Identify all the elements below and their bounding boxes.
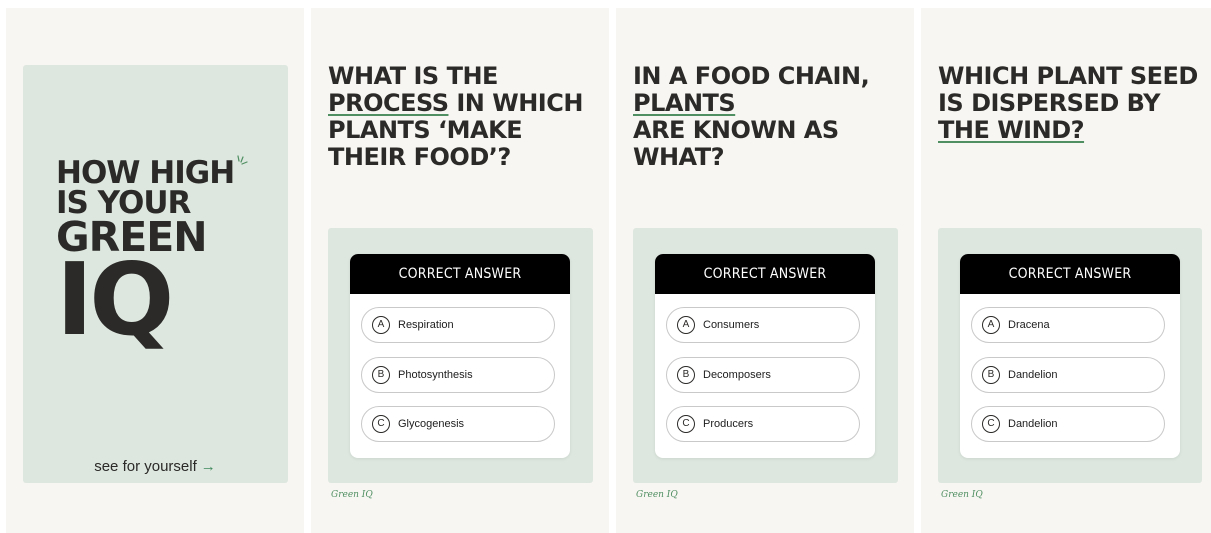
question-highlight: PROCESS xyxy=(328,89,449,117)
option-b[interactable]: B Dandelion xyxy=(971,357,1165,393)
option-letter: A xyxy=(982,316,1000,334)
correct-answer-header: CORRECT ANSWER xyxy=(655,254,875,294)
option-b[interactable]: B Photosynthesis xyxy=(361,357,555,393)
question-text: IN A FOOD CHAIN, xyxy=(633,62,870,90)
option-text: Consumers xyxy=(703,319,760,331)
cover-title: HOW HIGH IS YOUR GREEN IQ xyxy=(56,155,256,358)
arrow-right-icon: → xyxy=(200,458,216,475)
option-text: Respiration xyxy=(398,319,454,331)
question-highlight: PLANTS xyxy=(633,89,736,117)
question-title: IN A FOOD CHAIN, PLANTS ARE KNOWN AS WHA… xyxy=(633,63,903,171)
brand-signature: Green IQ xyxy=(941,490,983,500)
option-text: Producers xyxy=(703,418,754,430)
option-letter: C xyxy=(372,415,390,433)
brand-signature: Green IQ xyxy=(636,490,678,500)
option-letter: A xyxy=(372,316,390,334)
option-a[interactable]: A Respiration xyxy=(361,307,555,343)
option-letter: B xyxy=(982,366,1000,384)
quiz-area: CORRECT ANSWER A Consumers B Decomposers… xyxy=(633,228,898,483)
answer-card: CORRECT ANSWER A Dracena B Dandelion C D… xyxy=(960,254,1180,458)
option-text: Glycogenesis xyxy=(398,418,465,430)
quiz-area: CORRECT ANSWER A Respiration B Photosynt… xyxy=(328,228,593,483)
cta-label: see for yourself xyxy=(94,458,197,475)
question-text: WHAT IS THE xyxy=(328,62,498,90)
option-text: Dracena xyxy=(1008,319,1050,331)
see-for-yourself-link[interactable]: see for yourself → xyxy=(6,458,304,475)
correct-answer-header: CORRECT ANSWER xyxy=(350,254,570,294)
cover-title-iq: IQ xyxy=(56,241,174,358)
quiz-area: CORRECT ANSWER A Dracena B Dandelion C D… xyxy=(938,228,1202,483)
question-title: WHICH PLANT SEED IS DISPERSED BY THE WIN… xyxy=(938,63,1208,144)
option-text: Dandelion xyxy=(1008,369,1058,381)
brand-signature: Green IQ xyxy=(331,490,373,500)
option-letter: C xyxy=(677,415,695,433)
question-text-rest: ARE KNOWN AS WHAT? xyxy=(633,116,839,171)
question-panel-1: WHAT IS THE PROCESS IN WHICH PLANTS ‘MAK… xyxy=(311,8,609,533)
cover-panel: HOW HIGH IS YOUR GREEN IQ see for yourse… xyxy=(6,8,304,533)
question-text: WHICH PLANT SEED IS DISPERSED BY xyxy=(938,62,1198,117)
answer-card: CORRECT ANSWER A Respiration B Photosynt… xyxy=(350,254,570,458)
question-panel-2: IN A FOOD CHAIN, PLANTS ARE KNOWN AS WHA… xyxy=(616,8,914,533)
question-title: WHAT IS THE PROCESS IN WHICH PLANTS ‘MAK… xyxy=(328,63,598,171)
option-text: Photosynthesis xyxy=(398,369,473,381)
option-c[interactable]: C Producers xyxy=(666,406,860,442)
sparkle-icon xyxy=(237,155,248,165)
option-a[interactable]: A Dracena xyxy=(971,307,1165,343)
answer-card: CORRECT ANSWER A Consumers B Decomposers… xyxy=(655,254,875,458)
option-letter: C xyxy=(982,415,1000,433)
option-letter: A xyxy=(677,316,695,334)
option-c[interactable]: C Dandelion xyxy=(971,406,1165,442)
option-c[interactable]: C Glycogenesis xyxy=(361,406,555,442)
option-letter: B xyxy=(677,366,695,384)
option-text: Decomposers xyxy=(703,369,771,381)
question-highlight: THE WIND? xyxy=(938,116,1085,144)
option-text: Dandelion xyxy=(1008,418,1058,430)
correct-answer-header: CORRECT ANSWER xyxy=(960,254,1180,294)
question-panel-3: WHICH PLANT SEED IS DISPERSED BY THE WIN… xyxy=(921,8,1211,533)
option-a[interactable]: A Consumers xyxy=(666,307,860,343)
cover-title-line1: HOW HIGH xyxy=(56,155,235,191)
option-letter: B xyxy=(372,366,390,384)
option-b[interactable]: B Decomposers xyxy=(666,357,860,393)
